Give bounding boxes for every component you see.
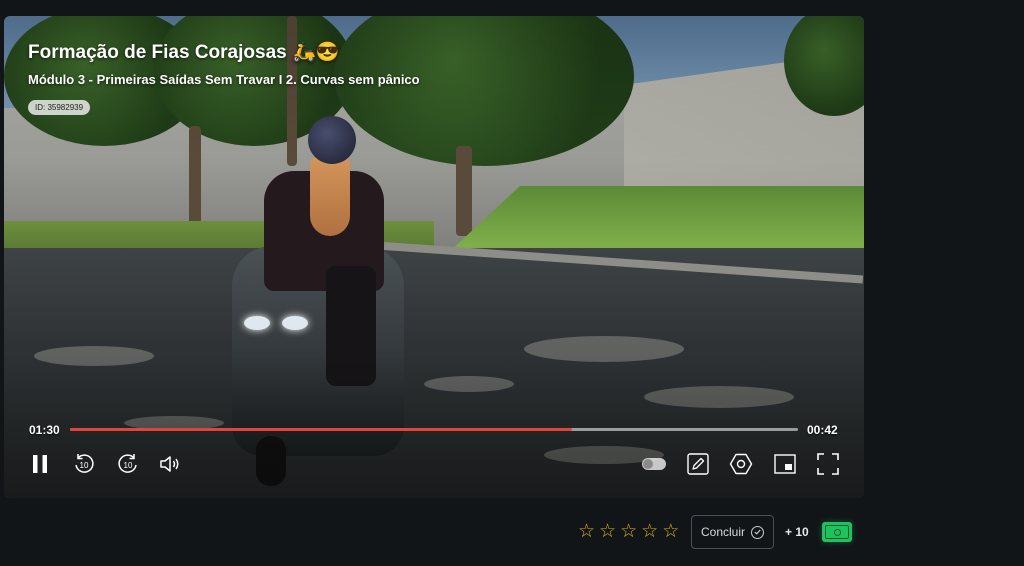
fullscreen-icon [817,453,839,475]
money-icon [822,522,852,542]
edit-button[interactable] [685,451,711,477]
autoplay-toggle[interactable] [642,458,666,470]
settings-button[interactable] [728,451,754,477]
rewind-10-icon: 10 [72,452,96,476]
autoplay-toggle-knob [643,459,653,469]
progress-bar[interactable] [70,428,798,431]
video-player[interactable]: Formação de Fias Corajosas 🛵😎 Módulo 3 -… [4,16,864,498]
volume-icon [159,454,181,474]
video-subtitle: Módulo 3 - Primeiras Saídas Sem Travar I… [28,72,420,87]
edit-icon [687,453,709,475]
points-label: + 10 [785,525,809,539]
settings-icon [729,453,753,475]
progress-fill [70,428,573,431]
rewind-10-button[interactable]: 10 [71,451,97,477]
rating-star[interactable]: ☆ [662,522,679,541]
forward-10-icon: 10 [116,452,140,476]
video-frame [4,16,864,498]
picture-in-picture-button[interactable] [772,451,798,477]
rating-star[interactable]: ☆ [641,522,658,541]
check-circle-icon [751,525,764,539]
rating-star[interactable]: ☆ [578,522,595,541]
pause-icon [31,454,49,474]
current-time: 01:30 [29,423,60,437]
rewind-10-label: 10 [80,461,89,470]
picture-in-picture-icon [774,454,796,474]
volume-button[interactable] [157,451,183,477]
video-id-badge: ID: 35982939 [28,100,91,115]
video-title: Formação de Fias Corajosas 🛵😎 [28,42,340,63]
rating-star[interactable]: ☆ [599,522,616,541]
forward-10-button[interactable]: 10 [115,451,141,477]
rating-stars[interactable]: ☆ ☆ ☆ ☆ ☆ [578,522,679,541]
pause-button[interactable] [27,451,53,477]
rating-star[interactable]: ☆ [620,522,637,541]
forward-10-label: 10 [124,461,133,470]
complete-button-label: Concluir [700,525,745,539]
complete-button[interactable]: Concluir [691,515,774,549]
duration-time: 00:42 [807,423,838,437]
fullscreen-button[interactable] [815,451,841,477]
